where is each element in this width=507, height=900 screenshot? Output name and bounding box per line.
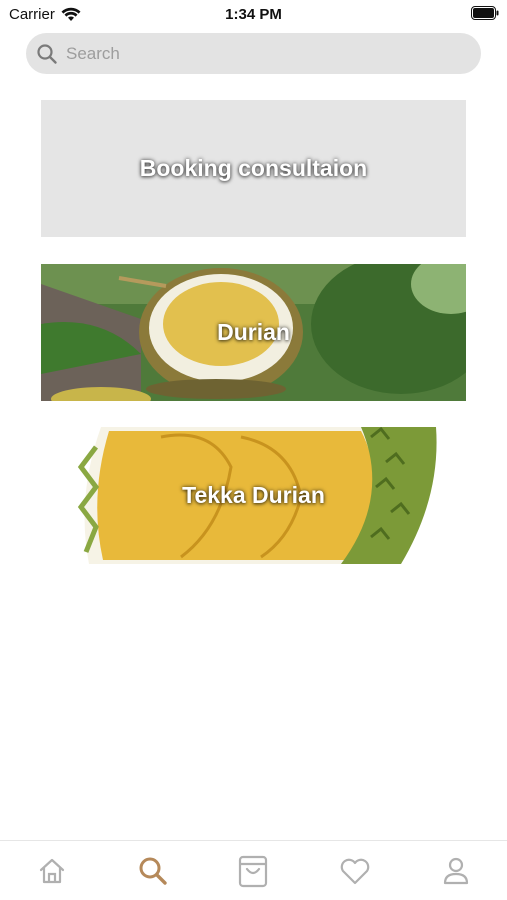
- app-screen: Carrier 1:34 PM Booking consultaion: [0, 0, 507, 900]
- tekka-durian-label: Tekka Durian: [182, 482, 325, 508]
- battery-icon: [471, 6, 499, 24]
- booking-consultation-label: Booking consultaion: [139, 155, 368, 181]
- status-time: 1:34 PM: [225, 6, 282, 23]
- search-bar[interactable]: [26, 33, 481, 74]
- cart-icon: [238, 855, 268, 888]
- tab-home[interactable]: [32, 853, 72, 889]
- tab-favorites[interactable]: [335, 853, 375, 889]
- search-icon: [139, 857, 167, 885]
- tab-profile[interactable]: [436, 853, 476, 889]
- search-input[interactable]: [64, 42, 448, 65]
- tekka-durian-card[interactable]: Tekka Durian: [41, 427, 466, 564]
- tab-bar: [0, 840, 507, 900]
- tab-search[interactable]: [133, 853, 173, 889]
- home-icon: [39, 858, 65, 884]
- booking-consultation-card[interactable]: Booking consultaion: [41, 100, 466, 237]
- durian-label: Durian: [217, 319, 290, 345]
- durian-card[interactable]: Durian: [41, 264, 466, 401]
- status-bar: Carrier 1:34 PM: [0, 0, 507, 28]
- tab-cart[interactable]: [233, 853, 273, 889]
- profile-icon: [443, 857, 469, 885]
- heart-icon: [340, 858, 370, 885]
- search-icon: [37, 43, 57, 64]
